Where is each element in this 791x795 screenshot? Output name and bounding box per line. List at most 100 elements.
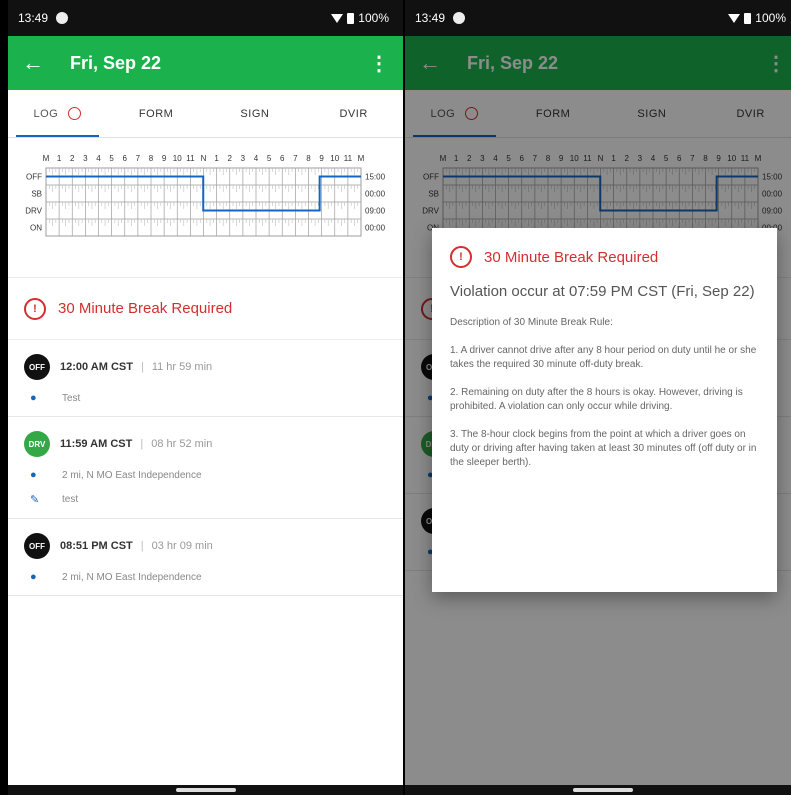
- clock: 13:49: [415, 11, 446, 25]
- row-total-label: 00:00: [365, 224, 386, 233]
- dialog-rule-2: 2. Remaining on duty after the 8 hours i…: [450, 387, 743, 412]
- log-graph: M 1 2 3 4 5 6 7 8 9 10 11 N 1 2 3 4 5 6 7 8 9 10 11 M OFF 15:00 SB 0…: [8, 138, 403, 278]
- warning-icon: [68, 107, 82, 120]
- x-tick-label: 10: [173, 154, 182, 163]
- event-location: 2 mi, N MO East Independence: [62, 469, 202, 481]
- tab-form[interactable]: FORM: [107, 90, 206, 137]
- battery-icon: [744, 12, 752, 24]
- x-tick-label: 8: [149, 154, 154, 163]
- status-badge: OFF: [24, 533, 50, 559]
- event-note: test: [62, 494, 79, 505]
- dialog-title: 30 Minute Break Required: [484, 248, 659, 266]
- x-tick-label: 11: [186, 154, 195, 163]
- x-tick-label: 9: [162, 154, 167, 163]
- row-total-label: 00:00: [365, 190, 386, 199]
- event-duration: 11 hr 59 min: [151, 361, 213, 373]
- event-location: Test: [62, 392, 81, 404]
- separator: |: [140, 438, 144, 450]
- location-pin-icon: ●: [30, 392, 37, 404]
- x-tick-label: 4: [254, 154, 259, 163]
- x-tick-label: 1: [57, 154, 62, 163]
- event-location: 2 mi, N MO East Independence: [62, 571, 202, 583]
- tab-sign[interactable]: SIGN: [206, 90, 305, 137]
- dialog-description-heading: Description of 30 Minute Break Rule:: [450, 317, 613, 328]
- x-tick-label: 4: [96, 154, 101, 163]
- wifi-icon: [331, 13, 344, 23]
- log-screen-with-dialog: 13:49 100% ← Fri, Sep 22 ⋮ LOG FORM SIGN…: [405, 0, 791, 795]
- tab-log[interactable]: LOG: [8, 90, 107, 137]
- x-tick-label: 11: [344, 154, 353, 163]
- app-notification-icon: [453, 12, 466, 24]
- arrow-left-icon[interactable]: ←: [22, 50, 62, 76]
- separator: |: [140, 540, 144, 552]
- location-pin-icon: ●: [30, 571, 37, 583]
- status-bar: 13:49 100%: [8, 0, 403, 36]
- row-total-label: 09:00: [365, 207, 386, 216]
- violation-title: 30 Minute Break Required: [58, 300, 233, 317]
- x-tick-label: 9: [319, 154, 324, 163]
- event-row[interactable]: OFF 08:51 PM CST | 03 hr 09 min ● 2 mi, N…: [8, 519, 403, 596]
- duty-status-chart: M 1 2 3 4 5 6 7 8 9 10 11 N 1 2 3 4 5 6 7 8 9 10 11 MOFF 15:00SB 0…: [25, 154, 386, 237]
- event-duration: 03 hr 09 min: [151, 540, 213, 552]
- page-title: Fri, Sep 22: [70, 52, 162, 73]
- x-tick-label: 5: [267, 154, 272, 163]
- tab-dvir-label: DVIR: [339, 107, 368, 120]
- clock: 13:49: [18, 11, 49, 25]
- x-tick-label: 2: [70, 154, 75, 163]
- home-handle[interactable]: [176, 788, 236, 792]
- x-tick-label: 6: [280, 154, 285, 163]
- more-vert-icon[interactable]: ⋮: [369, 51, 389, 76]
- event-time: 11:59 AM CST: [60, 438, 133, 450]
- home-handle[interactable]: [573, 788, 633, 792]
- status-badge: DRV: [24, 431, 50, 457]
- app-notification-icon: [56, 12, 69, 24]
- violation-dialog: ! 30 Minute Break Required Violation occ…: [432, 228, 777, 592]
- separator: |: [140, 361, 144, 373]
- tab-bar: LOG FORM SIGN DVIR: [8, 90, 403, 138]
- tab-form-label: FORM: [138, 107, 174, 120]
- event-row[interactable]: DRV 11:59 AM CST | 08 hr 52 min ● 2 mi, N…: [8, 417, 403, 519]
- violation-banner[interactable]: ! 30 Minute Break Required: [8, 278, 403, 340]
- battery-level: 100%: [755, 11, 786, 25]
- location-pin-icon: ●: [30, 469, 37, 481]
- x-tick-label: 6: [123, 154, 128, 163]
- x-tick-label: 7: [293, 154, 298, 163]
- y-category-label: OFF: [26, 173, 42, 182]
- pencil-icon: ✎: [30, 494, 40, 506]
- x-tick-label: 5: [109, 154, 114, 163]
- battery-icon: [347, 12, 355, 24]
- x-tick-label: 3: [83, 154, 88, 163]
- x-tick-label: 3: [241, 154, 246, 163]
- x-tick-label: 2: [228, 154, 233, 163]
- x-tick-label: M: [358, 154, 365, 163]
- log-screen: 13:49 100% ← Fri, Sep 22 ⋮ LOG FORM SIGN…: [8, 0, 403, 795]
- x-tick-label: 8: [306, 154, 311, 163]
- dialog-subtitle: Violation occur at 07:59 PM CST (Fri, Se…: [450, 283, 755, 300]
- status-badge: OFF: [24, 354, 50, 380]
- x-tick-label: 1: [214, 154, 219, 163]
- nav-bar: [8, 785, 403, 795]
- event-time: 12:00 AM CST: [60, 361, 133, 373]
- y-category-label: DRV: [25, 207, 42, 216]
- x-tick-label: M: [43, 154, 50, 163]
- dialog-rule-1: 1. A driver cannot drive after any 8 hou…: [450, 345, 757, 370]
- event-time: 08:51 PM CST: [60, 540, 133, 552]
- alert-icon: !: [24, 297, 46, 320]
- x-tick-label: N: [201, 154, 207, 163]
- x-tick-label: 10: [330, 154, 339, 163]
- status-bar: 13:49 100%: [405, 0, 791, 36]
- x-tick-label: 7: [136, 154, 141, 163]
- duty-status-line: [46, 175, 361, 212]
- dialog-rule-3: 3. The 8-hour clock begins from the poin…: [450, 429, 757, 468]
- event-duration: 08 hr 52 min: [151, 438, 213, 450]
- tab-sign-label: SIGN: [240, 107, 270, 120]
- tab-log-label: LOG: [33, 107, 59, 120]
- wifi-icon: [728, 13, 741, 23]
- app-bar: ← Fri, Sep 22 ⋮: [8, 36, 403, 90]
- y-category-label: SB: [31, 190, 42, 199]
- y-category-label: ON: [30, 224, 42, 233]
- row-total-label: 15:00: [365, 173, 386, 182]
- event-row[interactable]: OFF 12:00 AM CST | 11 hr 59 min ● Test: [8, 340, 403, 417]
- tab-dvir[interactable]: DVIR: [304, 90, 403, 137]
- alert-icon: !: [450, 246, 472, 268]
